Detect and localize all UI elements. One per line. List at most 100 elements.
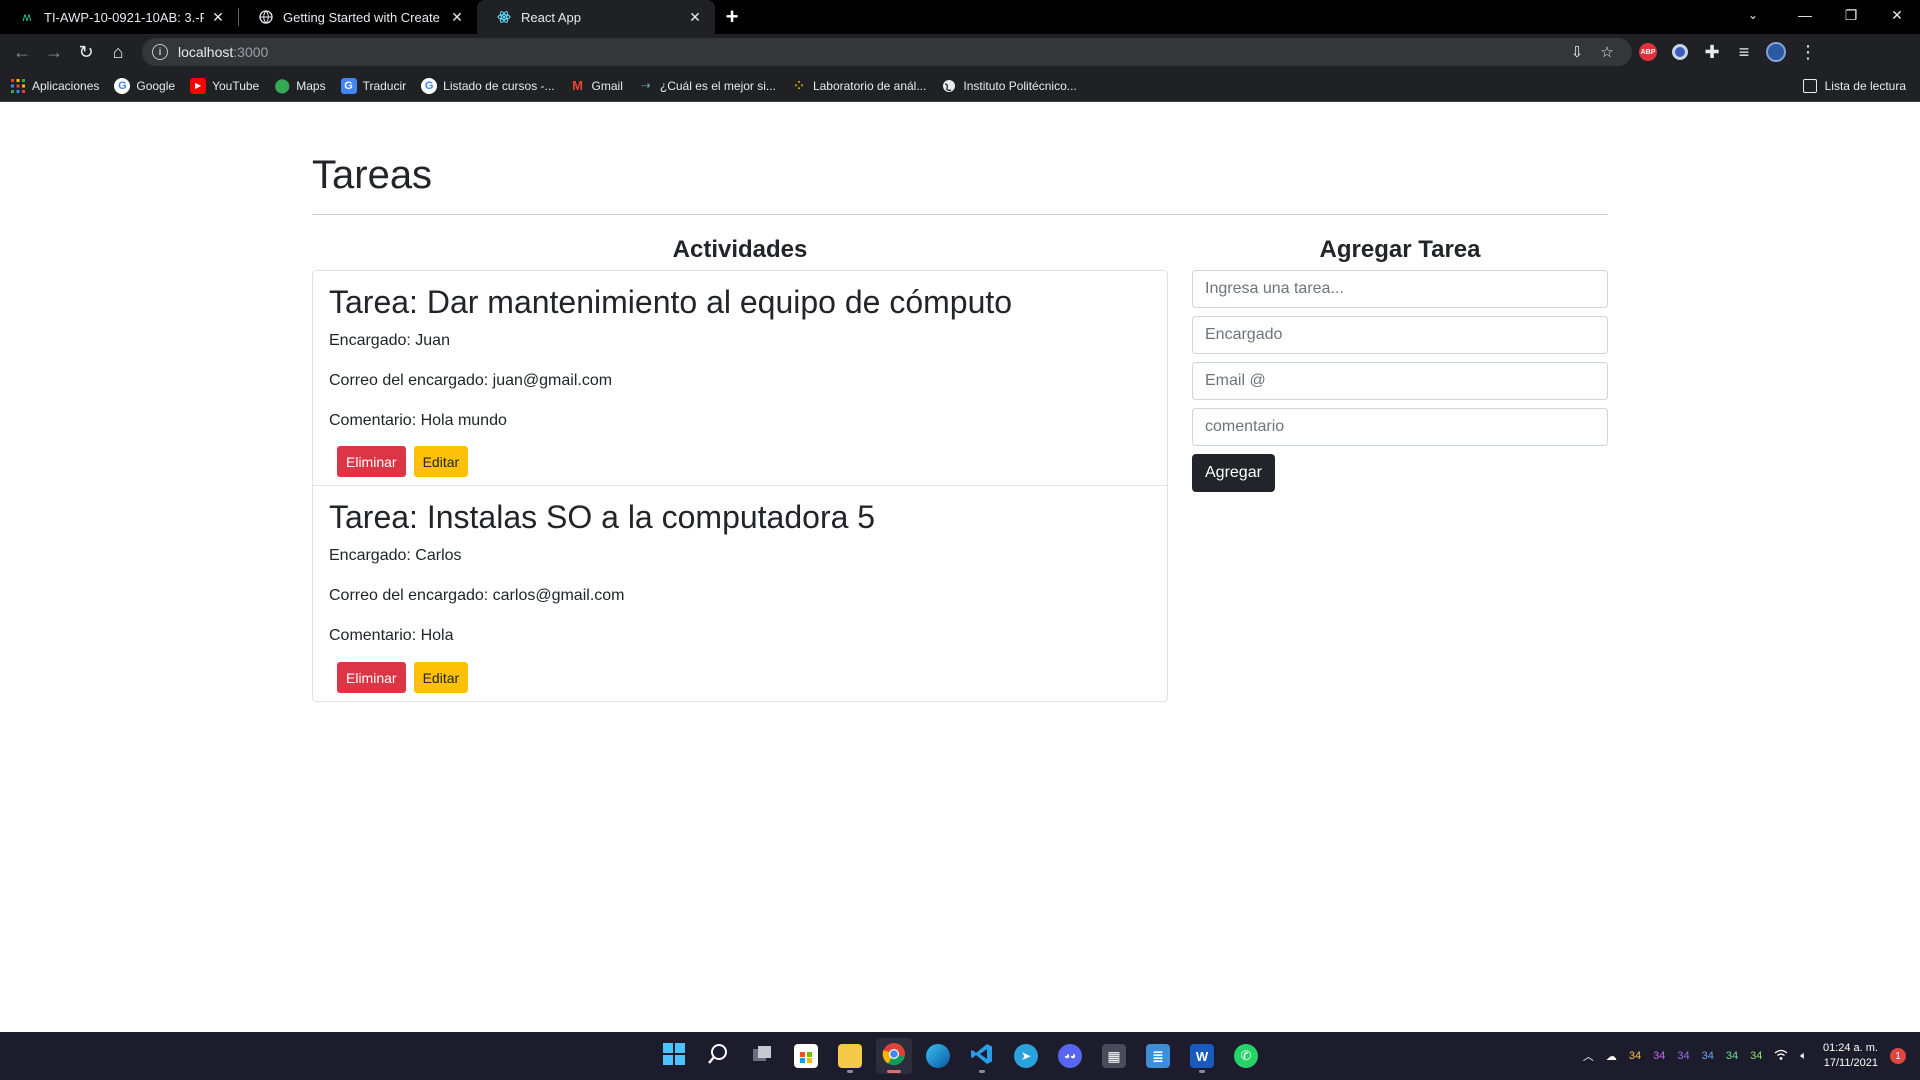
extensions-puzzle-icon[interactable]: ✚ — [1696, 36, 1728, 68]
bookmark-apps[interactable]: Aplicaciones — [10, 78, 99, 94]
wifi-icon[interactable] — [1774, 1049, 1788, 1064]
bookmark-label: Instituto Politécnico... — [963, 78, 1077, 93]
running-indicator — [847, 1070, 853, 1073]
back-icon[interactable]: ← — [6, 36, 38, 68]
word-icon: W — [1190, 1044, 1214, 1068]
task-list: Tarea: Dar mantenimiento al equipo de có… — [312, 270, 1168, 702]
telegram-button[interactable]: ➤ — [1008, 1038, 1044, 1074]
menu-kebab-icon[interactable]: ⋮ — [1792, 36, 1824, 68]
vscode-icon — [970, 1042, 994, 1071]
tab-create-react[interactable]: Getting Started with Create React ✕ — [239, 0, 477, 34]
reading-list-button[interactable]: Lista de lectura — [1802, 70, 1906, 102]
bookmark-best[interactable]: ⇢ ¿Cuál es el mejor si... — [638, 78, 776, 94]
bookmark-label: Maps — [296, 78, 326, 93]
start-button[interactable] — [656, 1038, 692, 1074]
add-button[interactable]: Agregar — [1192, 454, 1275, 492]
forward-icon[interactable]: → — [38, 36, 70, 68]
task-owner: Encargado: Carlos — [329, 547, 462, 564]
bookmark-gmail[interactable]: M Gmail — [570, 78, 623, 94]
task-view-button[interactable] — [744, 1038, 780, 1074]
tab-moodle[interactable]: ʍ TI-AWP-10-0921-10AB: 3.-Página ✕ — [0, 0, 238, 34]
browser-toolbar: ← → ↻ ⌂ i localhost:3000 ⇩ ☆ ABP ✚ ≡ ⋮ — [0, 34, 1920, 70]
activities-heading: Actividades — [672, 236, 808, 263]
chevron-up-icon[interactable]: ︿ — [1583, 1048, 1594, 1064]
chrome-button[interactable] — [876, 1038, 912, 1074]
owner-input[interactable] — [1192, 316, 1608, 354]
edit-button[interactable]: Editar — [413, 446, 469, 477]
youtube-icon: ▶ — [190, 77, 207, 94]
bookmark-maps[interactable]: ⬤ Maps — [274, 77, 326, 94]
tray-badge[interactable]: 34 — [1629, 1050, 1641, 1062]
close-window-icon[interactable]: ✕ — [1874, 0, 1920, 30]
tray-badge[interactable]: 34 — [1653, 1050, 1665, 1062]
tab-search-icon[interactable]: ⌄ — [1736, 0, 1770, 30]
tray-badge[interactable]: 34 — [1726, 1050, 1738, 1062]
taskbar-apps: ➤ ◕◕ ▦ ≣ W ✆ — [656, 1032, 1264, 1080]
bookmark-google[interactable]: G Google — [114, 77, 175, 94]
profile-avatar[interactable] — [1760, 36, 1792, 68]
delete-button[interactable]: Eliminar — [337, 662, 406, 693]
task-actions: Eliminar Editar — [337, 446, 469, 477]
close-icon[interactable]: ✕ — [210, 9, 226, 25]
search-icon — [707, 1043, 729, 1070]
onedrive-icon[interactable]: ☁ — [1606, 1050, 1617, 1063]
add-task-column: Agregar Tarea Agregar — [1192, 230, 1608, 492]
adblock-extension-icon[interactable]: ABP — [1632, 36, 1664, 68]
restore-icon[interactable]: ❐ — [1828, 0, 1874, 30]
vscode-button[interactable] — [964, 1038, 1000, 1074]
clock[interactable]: 01:24 a. m. 17/11/2021 — [1823, 1041, 1878, 1071]
bookmark-lab[interactable]: ⁘ Laboratorio de anál... — [791, 78, 926, 94]
reading-list-label: Lista de lectura — [1824, 79, 1906, 93]
address-bar[interactable]: i localhost:3000 ⇩ ☆ — [142, 38, 1632, 66]
notepad-button[interactable]: ≣ — [1140, 1038, 1176, 1074]
bookmark-youtube[interactable]: ▶ YouTube — [190, 77, 260, 94]
close-icon[interactable]: ✕ — [449, 9, 465, 25]
site-info-icon[interactable]: i — [152, 44, 168, 60]
bookmark-translate[interactable]: G Traducir — [340, 77, 406, 94]
volume-icon[interactable]: 🔈︎ — [1800, 1050, 1807, 1063]
maps-icon: ⬤ — [274, 77, 291, 93]
whatsapp-button[interactable]: ✆ — [1228, 1038, 1264, 1074]
close-icon[interactable]: ✕ — [687, 9, 703, 25]
discord-button[interactable]: ◕◕ — [1052, 1038, 1088, 1074]
email-input[interactable] — [1192, 362, 1608, 400]
url-text: localhost:3000 — [178, 44, 269, 60]
extension-ring-icon[interactable] — [1664, 36, 1696, 68]
bookmark-courses[interactable]: G Listado de cursos -... — [421, 77, 555, 94]
search-button[interactable] — [700, 1038, 736, 1074]
discord-icon: ◕◕ — [1058, 1044, 1082, 1068]
microsoft-store-button[interactable] — [788, 1038, 824, 1074]
delete-button[interactable]: Eliminar — [337, 446, 406, 477]
file-explorer-button[interactable] — [832, 1038, 868, 1074]
minimize-icon[interactable]: — — [1782, 0, 1828, 30]
tray-badge[interactable]: 34 — [1677, 1050, 1689, 1062]
reload-icon[interactable]: ↻ — [70, 36, 102, 68]
task-input[interactable] — [1192, 270, 1608, 308]
home-icon[interactable]: ⌂ — [102, 36, 134, 68]
task-email: Correo del encargado: carlos@gmail.com — [329, 587, 625, 604]
edge-button[interactable] — [920, 1038, 956, 1074]
install-app-icon[interactable]: ⇩ — [1562, 43, 1592, 61]
tray-badge[interactable]: 34 — [1750, 1050, 1762, 1062]
tab-react-app[interactable]: React App ✕ — [477, 0, 715, 34]
tray-badge[interactable]: 34 — [1702, 1050, 1714, 1062]
new-tab-button[interactable]: + — [715, 0, 749, 34]
chrome-icon — [882, 1042, 906, 1071]
windows-logo-icon — [663, 1042, 685, 1070]
task-actions: Eliminar Editar — [337, 662, 469, 693]
google-icon: G — [114, 77, 131, 94]
bookmark-label: YouTube — [212, 78, 260, 93]
moodle-icon: ʍ — [22, 10, 32, 24]
folder-icon — [838, 1044, 862, 1068]
bookmark-star-icon[interactable]: ☆ — [1592, 43, 1622, 61]
tab-title: Getting Started with Create React — [283, 9, 443, 25]
media-queue-icon[interactable]: ≡ — [1728, 36, 1760, 68]
running-indicator — [1199, 1070, 1205, 1073]
comment-input[interactable] — [1192, 408, 1608, 446]
word-button[interactable]: W — [1184, 1038, 1220, 1074]
bookmark-ipn[interactable]: Instituto Politécnico... — [941, 78, 1077, 94]
page-viewport: Tareas Actividades Tarea: Dar mantenimie… — [0, 103, 1920, 1033]
edit-button[interactable]: Editar — [413, 662, 469, 693]
notification-badge[interactable]: 1 — [1890, 1048, 1906, 1064]
calculator-button[interactable]: ▦ — [1096, 1038, 1132, 1074]
